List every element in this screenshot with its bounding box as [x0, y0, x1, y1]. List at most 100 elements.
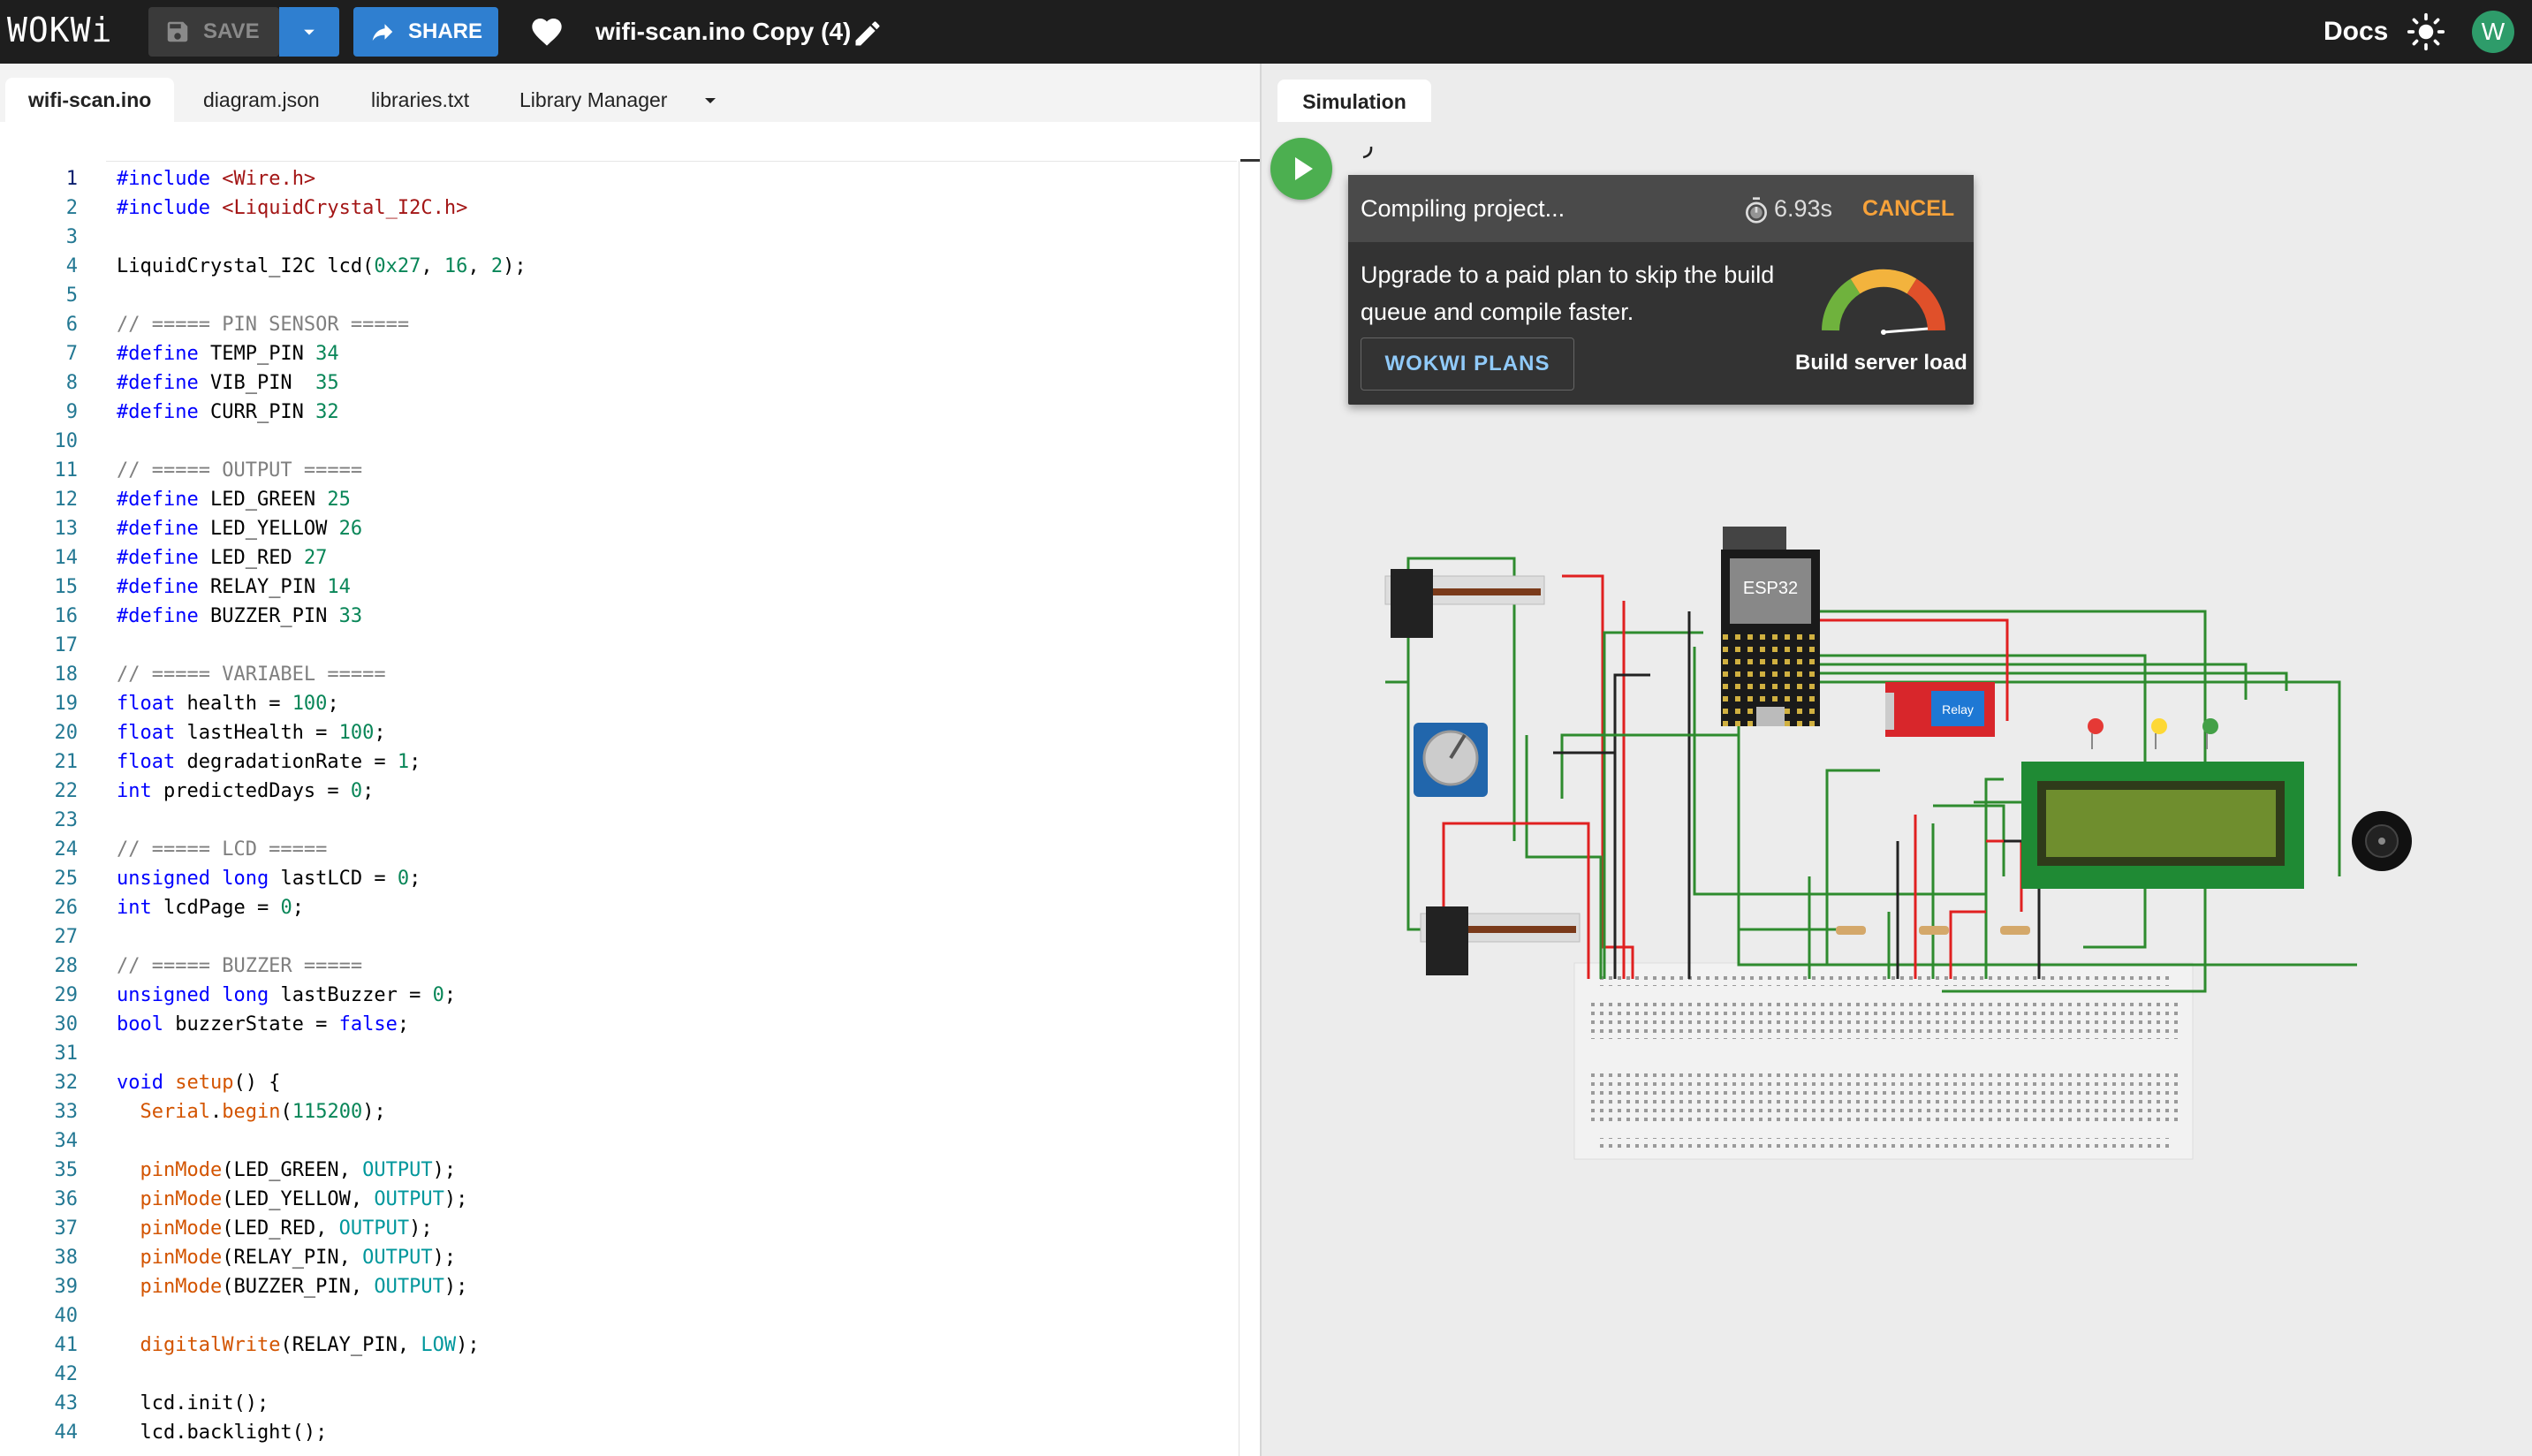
code-line[interactable]: lcd.backlight(); — [117, 1418, 327, 1447]
tab-wifi-scan-ino[interactable]: wifi-scan.ino — [5, 78, 175, 122]
relay-module[interactable]: Relay — [1885, 682, 1995, 737]
compile-status-popup: Compiling project... 6.93s CANCEL Upgrad… — [1348, 175, 1974, 405]
line-number: 29 — [54, 984, 79, 1006]
save-button[interactable]: SAVE — [148, 7, 279, 57]
code-line[interactable]: float health = 100; — [117, 689, 339, 718]
line-number: 1 — [65, 168, 78, 190]
code-line[interactable]: // ===== BUZZER ===== — [117, 952, 362, 981]
leds[interactable] — [2088, 718, 2218, 749]
project-title[interactable]: wifi-scan.ino Copy (4) — [595, 14, 851, 49]
code-line[interactable]: #define VIB_PIN 35 — [117, 368, 339, 398]
line-number: 19 — [54, 693, 79, 715]
line-number: 32 — [54, 1072, 79, 1094]
code-line[interactable]: unsigned long lastBuzzer = 0; — [117, 981, 456, 1010]
code-line[interactable]: #define RELAY_PIN 14 — [117, 573, 351, 602]
top-bar: WOKWi SAVE SHARE wifi-scan.ino Copy (4) … — [0, 0, 2532, 64]
code-line[interactable]: #define TEMP_PIN 34 — [117, 339, 339, 368]
line-number: 13 — [54, 518, 79, 540]
code-line[interactable]: digitalWrite(RELAY_PIN, LOW); — [117, 1331, 480, 1360]
code-line[interactable]: #define LED_GREEN 25 — [117, 485, 351, 514]
code-line[interactable]: // ===== VARIABEL ===== — [117, 660, 386, 689]
floppy-disk-icon — [167, 21, 188, 42]
code-area[interactable]: 1 #include <Wire.h> 2 #include <LiquidCryst… — [0, 161, 1237, 1456]
line-number: 16 — [54, 605, 79, 627]
line-number: 27 — [54, 926, 79, 948]
pencil-edit-icon[interactable] — [852, 18, 883, 49]
rotary-potentiometer[interactable] — [1414, 723, 1488, 797]
code-line[interactable]: // ===== LCD ===== — [117, 835, 327, 864]
circuit-diagram[interactable]: ESP32 Relay — [1262, 470, 2532, 1354]
theme-toggle-sun-icon[interactable] — [2407, 12, 2445, 51]
stopwatch-icon — [1746, 197, 1767, 224]
code-line[interactable]: int predictedDays = 0; — [117, 777, 374, 806]
wokwi-logo[interactable]: WOKWi — [7, 9, 112, 51]
editor-scrollbar[interactable] — [1239, 161, 1260, 1456]
slide-potentiometer-1[interactable] — [1384, 569, 1545, 638]
tab-libraries-txt[interactable]: libraries.txt — [348, 78, 492, 122]
simulation-pane: Simulation Compiling project... 6.93s CA… — [1262, 64, 2532, 1456]
code-line[interactable]: #include <LiquidCrystal_I2C.h> — [117, 193, 467, 223]
line-number: 39 — [54, 1276, 79, 1298]
code-line[interactable]: void setup() { — [117, 1068, 280, 1097]
line-number: 35 — [54, 1159, 79, 1181]
code-line[interactable]: pinMode(LED_YELLOW, OUTPUT); — [117, 1185, 468, 1214]
heart-icon[interactable] — [528, 14, 565, 49]
code-line[interactable]: unsigned long lastLCD = 0; — [117, 864, 421, 893]
code-line[interactable]: LiquidCrystal_I2C lcd(0x27, 16, 2); — [117, 252, 527, 281]
line-number: 2 — [65, 197, 78, 219]
code-line[interactable]: #define CURR_PIN 32 — [117, 398, 339, 427]
line-number: 8 — [65, 372, 78, 394]
code-line[interactable]: float lastHealth = 100; — [117, 718, 386, 747]
code-line[interactable]: #define BUZZER_PIN 33 — [117, 602, 362, 631]
line-number: 7 — [65, 343, 78, 365]
code-line[interactable]: #define LED_RED 27 — [117, 543, 327, 573]
code-line[interactable]: // ===== PIN SENSOR ===== — [117, 310, 409, 339]
code-line[interactable]: pinMode(LED_RED, OUTPUT); — [117, 1214, 433, 1243]
line-number: 36 — [54, 1188, 79, 1210]
code-line[interactable]: int lcdPage = 0; — [117, 893, 304, 922]
tab-simulation[interactable]: Simulation — [1277, 80, 1431, 122]
code-line[interactable]: Serial.begin(115200); — [117, 1097, 386, 1126]
tab-diagram-json[interactable]: diagram.json — [180, 78, 343, 122]
start-simulation-button[interactable] — [1270, 138, 1332, 200]
code-line[interactable]: // ===== OUTPUT ===== — [117, 456, 362, 485]
line-number: 15 — [54, 576, 79, 598]
compile-elapsed-time: 6.93s — [1774, 195, 1833, 222]
code-line[interactable]: lcd.init(); — [117, 1389, 269, 1418]
user-avatar[interactable]: W — [2472, 11, 2514, 53]
esp32-label: ESP32 — [1743, 579, 1798, 598]
line-number: 43 — [54, 1392, 79, 1414]
slide-potentiometer-2[interactable] — [1420, 906, 1581, 975]
tabs-menu-caret-icon[interactable] — [700, 90, 721, 111]
line-number: 28 — [54, 955, 79, 977]
line-number: 41 — [54, 1334, 79, 1356]
resistors[interactable] — [1836, 926, 2030, 935]
line-number: 4 — [65, 255, 78, 277]
cancel-compile-button[interactable]: CANCEL — [1862, 191, 1954, 226]
line-number: 37 — [54, 1217, 79, 1240]
lcd-1602[interactable] — [2021, 762, 2304, 889]
line-number: 6 — [65, 314, 78, 336]
line-number: 22 — [54, 780, 79, 802]
code-line[interactable]: pinMode(RELAY_PIN, OUTPUT); — [117, 1243, 457, 1272]
save-options-dropdown[interactable] — [279, 7, 339, 57]
buzzer[interactable] — [2352, 811, 2412, 871]
code-line[interactable]: pinMode(BUZZER_PIN, OUTPUT); — [117, 1272, 468, 1301]
line-number: 30 — [54, 1013, 79, 1035]
code-line[interactable]: #include <Wire.h> — [117, 164, 315, 193]
docs-link[interactable]: Docs — [2324, 14, 2388, 49]
code-line[interactable]: float degradationRate = 1; — [117, 747, 421, 777]
line-number: 44 — [54, 1422, 79, 1444]
play-icon — [1295, 157, 1313, 180]
wokwi-plans-button[interactable]: WOKWI PLANS — [1361, 337, 1574, 391]
code-line[interactable]: bool buzzerState = false; — [117, 1010, 409, 1039]
code-line[interactable]: #define LED_YELLOW 26 — [117, 514, 362, 543]
line-number: 14 — [54, 547, 79, 569]
share-button[interactable]: SHARE — [353, 7, 498, 57]
esp32-board[interactable]: ESP32 — [1721, 527, 1820, 726]
code-line[interactable]: pinMode(LED_GREEN, OUTPUT); — [117, 1156, 457, 1185]
line-number: 11 — [54, 459, 79, 482]
line-number: 26 — [54, 897, 79, 919]
tab-library-manager[interactable]: Library Manager — [497, 78, 690, 122]
save-label: SAVE — [203, 19, 260, 43]
